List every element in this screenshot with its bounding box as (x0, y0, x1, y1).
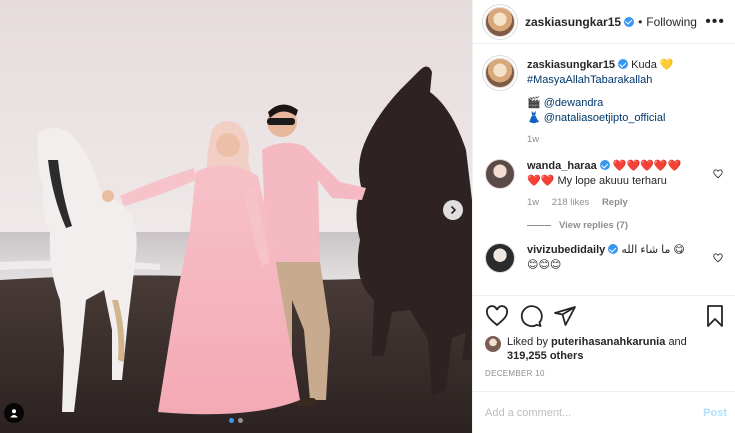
action-bar (473, 295, 735, 335)
caption: zaskiasungkar15 Kuda 💛 #MasyaAllahTabara… (485, 58, 723, 147)
verified-badge-icon (624, 16, 635, 27)
likes-count[interactable]: 319,255 others (507, 350, 583, 362)
tagged-users-button[interactable] (4, 403, 24, 423)
heart-outline-icon[interactable] (713, 253, 723, 263)
commenter-avatar[interactable] (485, 159, 515, 189)
comment-item: wanda_haraa ❤️❤️❤️❤️❤️ ❤️❤️ My lope akuu… (485, 159, 723, 210)
post-photo[interactable] (0, 0, 472, 433)
verified-badge-icon (618, 59, 629, 69)
smile-emoji-icons: 😊😊😊 (527, 259, 562, 271)
commenter-avatar[interactable] (485, 243, 515, 273)
mention-dewandra[interactable]: @dewandra (544, 97, 603, 109)
liked-by-and: and (668, 336, 687, 348)
author-avatar[interactable] (485, 6, 515, 37)
chevron-right-icon (450, 205, 457, 215)
instagram-post: zaskiasungkar15 • Following ••• zaskiasu… (0, 0, 735, 433)
caption-time[interactable]: 1w (527, 134, 539, 145)
clapper-icon: 🎬 (527, 97, 541, 109)
liker-avatar[interactable] (485, 336, 501, 352)
author-username[interactable]: zaskiasungkar15 (525, 15, 621, 29)
following-button[interactable]: Following (646, 15, 697, 29)
yellow-heart-icon: 💛 (659, 59, 674, 71)
liked-by-user[interactable]: puterihasanahkarunia (551, 336, 665, 348)
comment-item: vivizubedidaily ما شاء الله 😋 😊😊😊 (485, 243, 723, 273)
comment-username[interactable]: vivizubedidaily (527, 244, 605, 256)
verified-badge-icon (608, 244, 619, 254)
comment-hearts-2: ❤️❤️ (527, 175, 555, 187)
dress-icon: 👗 (527, 112, 541, 124)
mention-nataliasoetjipto[interactable]: @nataliasoetjipto_official (544, 112, 666, 124)
add-comment-input[interactable] (485, 406, 704, 419)
send-icon[interactable] (553, 304, 577, 328)
comment-time[interactable]: 1w (527, 197, 539, 208)
verified-badge-icon (599, 160, 610, 170)
comment-text: My lope akuuu terharu (557, 175, 667, 187)
caption-hashtag[interactable]: #MasyaAllahTabarakallah (527, 73, 705, 88)
comment-text: ما شاء الله (621, 244, 671, 256)
carousel-indicator (0, 418, 472, 423)
yum-emoji-icon: 😋 (673, 244, 685, 256)
carousel-dot (238, 418, 243, 423)
next-slide-button[interactable] (443, 200, 463, 220)
bookmark-icon[interactable] (703, 304, 727, 328)
post-details-pane: zaskiasungkar15 • Following ••• zaskiasu… (472, 0, 735, 433)
post-header: zaskiasungkar15 • Following ••• (473, 0, 735, 44)
comment-username[interactable]: wanda_haraa (527, 160, 597, 172)
caption-username[interactable]: zaskiasungkar15 (527, 59, 615, 71)
comments-list[interactable]: zaskiasungkar15 Kuda 💛 #MasyaAllahTabara… (473, 44, 735, 295)
heart-outline-icon[interactable] (485, 304, 509, 328)
beach-horses-image (0, 0, 472, 433)
caption-avatar[interactable] (485, 58, 515, 88)
liked-by-label: Liked by (507, 336, 548, 348)
comment-icon[interactable] (519, 304, 543, 328)
reply-button[interactable]: Reply (602, 197, 628, 208)
comment-hearts: ❤️❤️❤️❤️❤️ (612, 160, 682, 172)
post-date[interactable]: DECEMBER 10 (473, 363, 735, 391)
post-comment-button[interactable]: Post (703, 407, 727, 419)
likes-summary: Liked by puterihasanahkarunia and 319,25… (473, 335, 735, 363)
header-separator: • (638, 14, 643, 29)
add-comment-bar: Post (473, 391, 735, 433)
carousel-dot-active (229, 418, 234, 423)
user-tag-icon (10, 409, 18, 418)
caption-text: Kuda (631, 59, 657, 71)
comment-likes[interactable]: 218 likes (552, 197, 590, 208)
more-horizontal-icon[interactable]: ••• (705, 13, 725, 31)
heart-outline-icon[interactable] (713, 169, 723, 179)
view-replies-button[interactable]: View replies (7) (527, 220, 723, 231)
